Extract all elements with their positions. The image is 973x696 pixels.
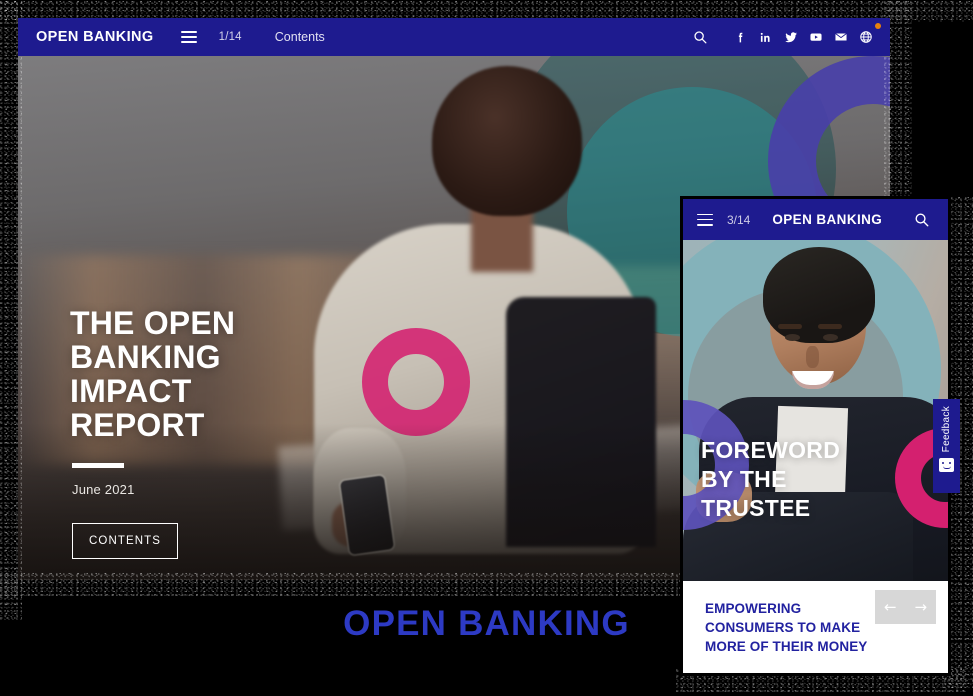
- hamburger-bar: [180, 41, 197, 43]
- hamburger-bar: [697, 218, 713, 221]
- hamburger-bar: [180, 31, 197, 33]
- email-icon[interactable]: [828, 25, 853, 50]
- main-topbar: OPEN BANKING 1/14 Contents: [18, 18, 890, 56]
- twitter-icon[interactable]: [778, 25, 803, 50]
- title-rule-divider: [72, 463, 124, 468]
- next-slide-button[interactable]: →: [914, 599, 927, 615]
- inset-page-indicator: 3/14: [727, 212, 751, 227]
- portrait-eye-left: [785, 333, 801, 341]
- portrait-eye-right: [823, 333, 839, 341]
- globe-icon[interactable]: [853, 25, 878, 50]
- notification-badge: [875, 23, 881, 29]
- feedback-tab-label: Feedback: [941, 406, 952, 453]
- portrait-eyebrow-left: [778, 323, 803, 329]
- social-icon-row: [687, 25, 878, 50]
- inset-caption: EMPOWERING CONSUMERS TO MAKE MORE OF THE…: [705, 601, 868, 654]
- inset-footer: EMPOWERING CONSUMERS TO MAKE MORE OF THE…: [683, 581, 948, 673]
- youtube-icon[interactable]: [803, 25, 828, 50]
- slider-nav: ← →: [875, 590, 936, 624]
- portrait-nose: [806, 345, 820, 368]
- contents-link[interactable]: Contents: [275, 30, 325, 44]
- linkedin-icon[interactable]: [753, 25, 778, 50]
- feedback-tab[interactable]: Feedback: [933, 399, 960, 493]
- page-indicator: 1/14: [218, 31, 242, 43]
- search-icon[interactable]: [687, 25, 712, 50]
- inset-preview-card: 3/14 OPEN BANKING FOREWORD BY THE TRUSTE…: [683, 199, 948, 673]
- inset-search-icon[interactable]: [909, 207, 934, 232]
- page-title: THE OPEN BANKING IMPACT REPORT: [70, 305, 236, 443]
- facebook-icon[interactable]: [728, 25, 753, 50]
- inset-hamburger-icon[interactable]: [697, 213, 713, 226]
- contents-button[interactable]: CONTENTS: [72, 523, 179, 559]
- portrait-eyebrow-right: [818, 323, 843, 329]
- inset-brand-wordmark: OPEN BANKING: [772, 212, 883, 227]
- inset-hero-image: FOREWORD BY THE TRUSTEE: [683, 240, 948, 581]
- hamburger-bar: [180, 36, 197, 38]
- prev-slide-button[interactable]: ←: [884, 599, 897, 615]
- hamburger-icon[interactable]: [180, 31, 197, 43]
- hero-figure-head: [432, 66, 583, 217]
- screenshot-stage: OPEN BANKING 1/14 Contents THE OPEN BANK…: [0, 0, 973, 696]
- inset-topbar: 3/14 OPEN BANKING: [683, 199, 948, 240]
- publication-date: June 2021: [72, 482, 135, 497]
- inset-page-title: FOREWORD BY THE TRUSTEE: [701, 437, 841, 521]
- hamburger-bar: [697, 223, 713, 226]
- brand-wordmark: OPEN BANKING: [36, 29, 154, 45]
- hamburger-bar: [697, 213, 713, 216]
- feedback-face-icon: [939, 458, 954, 473]
- hero-copy-block: THE OPEN BANKING IMPACT REPORT June 2021…: [70, 306, 235, 559]
